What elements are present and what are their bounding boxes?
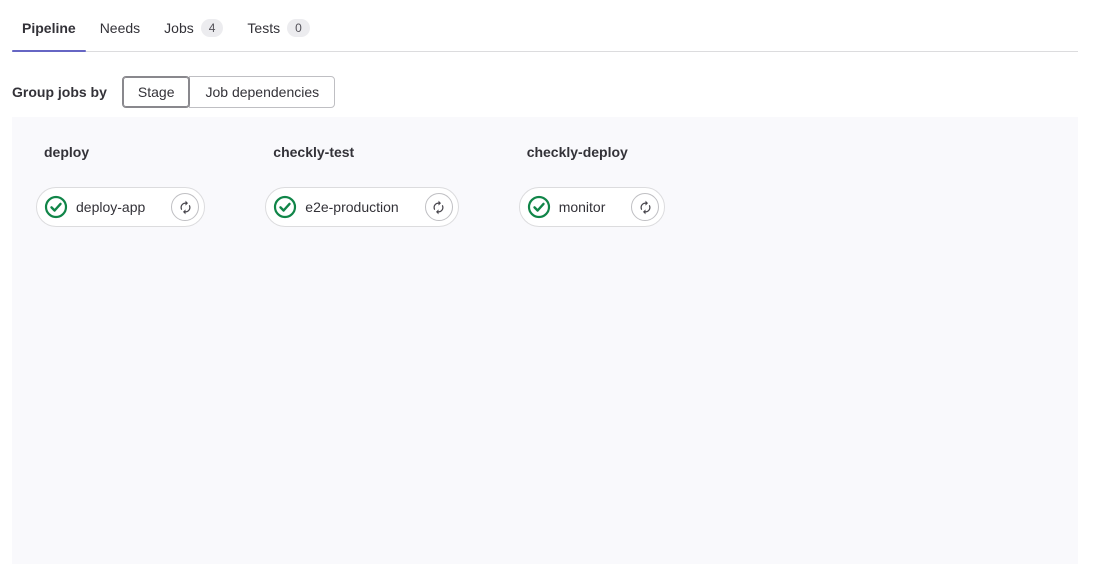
group-jobs-controls: Group jobs by Stage Job dependencies — [12, 76, 1078, 108]
retry-job-button[interactable] — [171, 193, 199, 221]
tab-needs-label: Needs — [100, 18, 140, 38]
job-pill-monitor[interactable]: monitor — [519, 187, 666, 227]
tab-tests[interactable]: Tests 0 — [237, 10, 319, 51]
stage-title: checkly-deploy — [527, 142, 628, 162]
retry-icon — [431, 200, 446, 215]
tab-pipeline-label: Pipeline — [22, 18, 76, 38]
jobs-count-badge: 4 — [201, 19, 224, 37]
tab-pipeline[interactable]: Pipeline — [12, 10, 86, 51]
job-name: e2e-production — [305, 197, 398, 217]
pipeline-graph-panel: deploy deploy-app checkly-test — [12, 117, 1078, 564]
retry-icon — [178, 200, 193, 215]
stage-column-checkly-test: checkly-test e2e-production — [265, 142, 458, 227]
tab-needs[interactable]: Needs — [90, 10, 150, 51]
group-by-stage-button[interactable]: Stage — [122, 76, 191, 108]
tab-jobs-label: Jobs — [164, 18, 194, 38]
retry-job-button[interactable] — [425, 193, 453, 221]
retry-icon — [638, 200, 653, 215]
job-name: monitor — [559, 197, 606, 217]
group-by-job-dependencies-button[interactable]: Job dependencies — [189, 76, 335, 108]
tab-jobs[interactable]: Jobs 4 — [154, 10, 233, 51]
tests-count-badge: 0 — [287, 19, 310, 37]
stage-column-checkly-deploy: checkly-deploy monitor — [519, 142, 666, 227]
stage-title: deploy — [44, 142, 89, 162]
job-pill-e2e-production[interactable]: e2e-production — [265, 187, 458, 227]
group-jobs-by-label: Group jobs by — [12, 84, 107, 100]
pipeline-tab-bar: Pipeline Needs Jobs 4 Tests 0 — [12, 0, 1078, 52]
status-success-icon — [527, 195, 551, 219]
pipeline-page: Pipeline Needs Jobs 4 Tests 0 Group jobs… — [0, 0, 1093, 564]
job-name: deploy-app — [76, 197, 145, 217]
job-pill-deploy-app[interactable]: deploy-app — [36, 187, 205, 227]
tab-tests-label: Tests — [247, 18, 280, 38]
stage-title: checkly-test — [273, 142, 354, 162]
status-success-icon — [44, 195, 68, 219]
status-success-icon — [273, 195, 297, 219]
stage-column-deploy: deploy deploy-app — [36, 142, 205, 227]
retry-job-button[interactable] — [631, 193, 659, 221]
group-jobs-segmented-control: Stage Job dependencies — [122, 76, 335, 108]
